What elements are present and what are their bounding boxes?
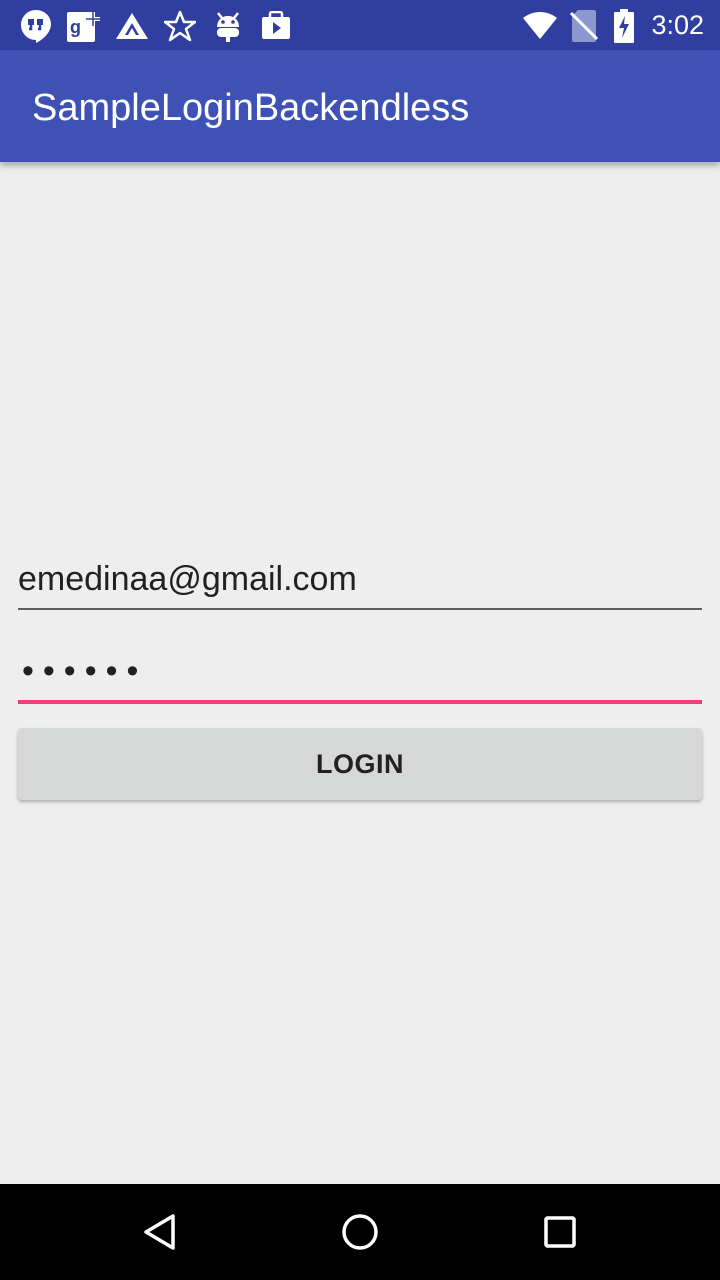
app-icon bbox=[114, 8, 150, 44]
hangouts-icon bbox=[18, 8, 54, 44]
email-field-underline bbox=[18, 608, 702, 610]
star-icon bbox=[162, 8, 198, 44]
login-form: LOGIN bbox=[0, 162, 720, 1184]
svg-text:g: g bbox=[70, 17, 81, 37]
password-field-container bbox=[18, 646, 702, 704]
status-bar: g 3:02 bbox=[0, 0, 720, 50]
password-field[interactable] bbox=[18, 646, 702, 696]
battery-charging-icon bbox=[606, 8, 642, 44]
play-store-icon bbox=[258, 8, 294, 44]
navigation-bar bbox=[0, 1184, 720, 1280]
recents-icon[interactable] bbox=[536, 1208, 584, 1256]
android-icon bbox=[210, 8, 246, 44]
email-field[interactable] bbox=[18, 554, 702, 604]
back-icon[interactable] bbox=[136, 1208, 184, 1256]
wifi-icon bbox=[522, 8, 558, 44]
app-title: SampleLoginBackendless bbox=[32, 87, 470, 129]
no-sim-icon bbox=[566, 8, 602, 44]
app-bar: SampleLoginBackendless bbox=[0, 50, 720, 162]
password-field-underline bbox=[18, 700, 702, 704]
google-plus-icon: g bbox=[66, 8, 102, 44]
login-button[interactable]: LOGIN bbox=[18, 728, 702, 800]
status-time: 3:02 bbox=[651, 10, 704, 40]
home-icon[interactable] bbox=[336, 1208, 384, 1256]
email-field-container bbox=[18, 554, 702, 610]
